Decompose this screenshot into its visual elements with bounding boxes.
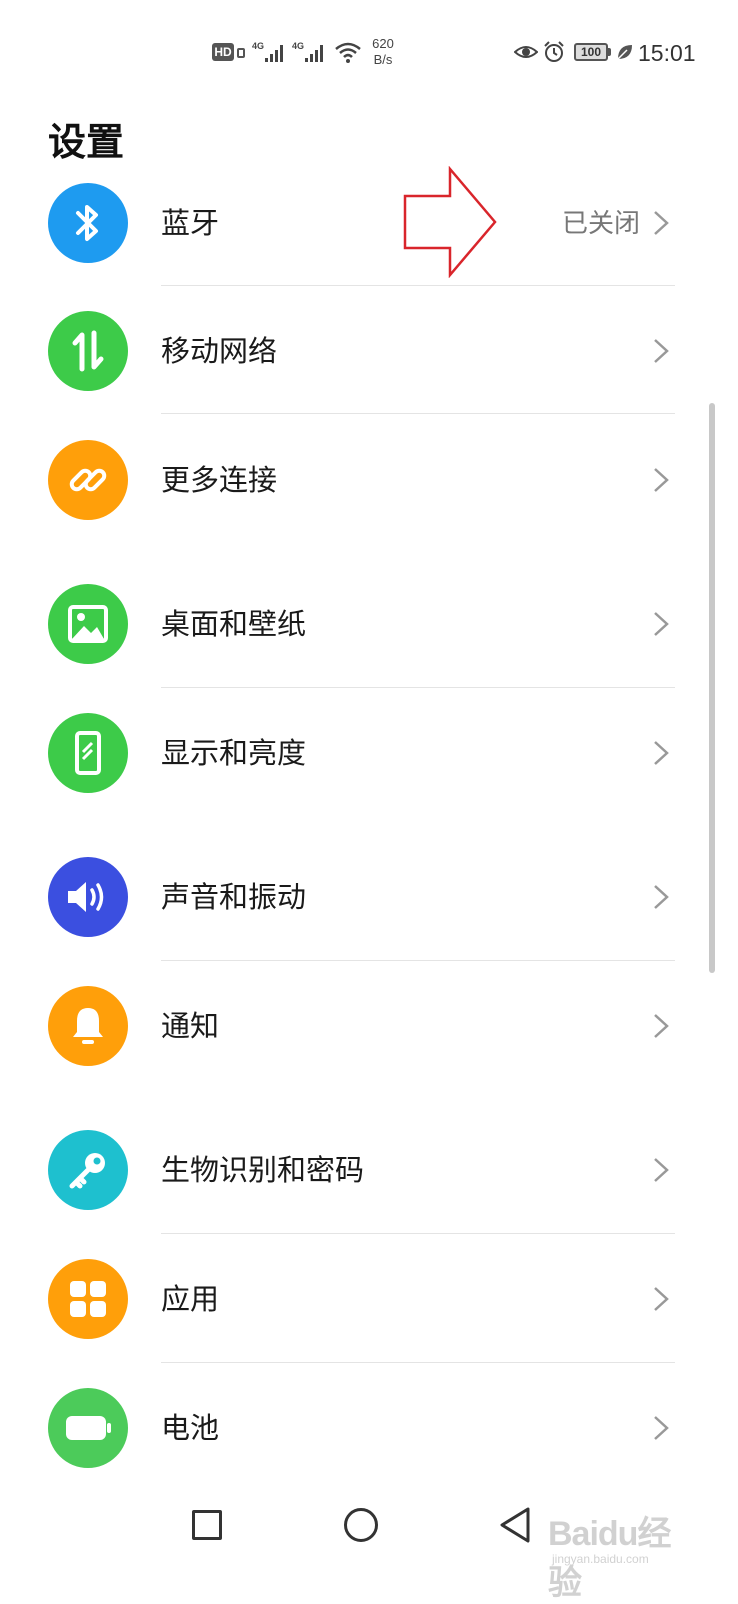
chevron-right-icon	[654, 211, 669, 235]
home-icon[interactable]	[344, 1508, 378, 1542]
right-arrow-icon	[403, 166, 497, 278]
leaf-icon	[615, 42, 635, 62]
chevron-right-icon	[654, 339, 669, 363]
bell-icon	[48, 986, 128, 1066]
chevron-right-icon	[654, 468, 669, 492]
battery-icon: 100	[574, 43, 608, 61]
wifi-icon	[334, 40, 362, 64]
divider	[161, 413, 675, 414]
settings-item-battery[interactable]: 电池	[0, 1373, 738, 1483]
divider	[161, 1233, 675, 1234]
settings-item-label: 移动网络	[161, 334, 278, 368]
settings-item-label: 显示和亮度	[161, 736, 307, 770]
settings-item-label: 电池	[161, 1411, 220, 1445]
divider	[161, 285, 675, 286]
divider	[161, 687, 675, 688]
settings-item-label: 声音和振动	[161, 880, 307, 914]
chevron-right-icon	[654, 1158, 669, 1182]
settings-item-bluetooth[interactable]: 蓝牙 已关闭	[0, 168, 738, 278]
chevron-right-icon	[654, 885, 669, 909]
chevron-right-icon	[654, 1416, 669, 1440]
bluetooth-icon	[48, 183, 128, 263]
watermark-url: jingyan.baidu.com	[552, 1552, 649, 1566]
scrollbar[interactable]	[709, 403, 715, 973]
settings-item-display[interactable]: 显示和亮度	[0, 698, 738, 808]
apps-icon	[48, 1259, 128, 1339]
recent-apps-icon[interactable]	[192, 1510, 222, 1540]
divider	[161, 960, 675, 961]
settings-item-notifications[interactable]: 通知	[0, 971, 738, 1081]
mobile-network-icon	[48, 311, 128, 391]
network-speed: 620 B/s	[366, 36, 400, 68]
battery-tip	[608, 48, 611, 56]
settings-item-mobile-network[interactable]: 移动网络	[0, 296, 738, 406]
chevron-right-icon	[654, 612, 669, 636]
settings-item-more-connections[interactable]: 更多连接	[0, 425, 738, 535]
signal-icon: 4G	[252, 40, 288, 64]
chevron-right-icon	[654, 1014, 669, 1038]
settings-item-label: 通知	[161, 1009, 220, 1043]
page-title: 设置	[48, 120, 125, 164]
chevron-right-icon	[654, 741, 669, 765]
settings-item-label: 应用	[161, 1282, 220, 1316]
hd-icon: HD	[212, 43, 234, 61]
battery-icon	[48, 1388, 128, 1468]
settings-item-sound[interactable]: 声音和振动	[0, 842, 738, 952]
network-type-1: 4G	[252, 41, 264, 51]
settings-item-wallpaper[interactable]: 桌面和壁纸	[0, 569, 738, 679]
clock-time: 15:01	[638, 40, 696, 66]
sound-icon	[48, 857, 128, 937]
key-icon	[48, 1130, 128, 1210]
network-speed-value: 620	[372, 36, 394, 51]
settings-item-label: 蓝牙	[161, 206, 220, 240]
watermark: Baidu经验 jingyan.baidu.com	[548, 1500, 698, 1602]
alarm-icon	[543, 41, 565, 63]
settings-item-label: 更多连接	[161, 463, 278, 497]
network-type-2: 4G	[292, 41, 304, 51]
network-speed-unit: B/s	[373, 52, 393, 67]
back-icon[interactable]	[498, 1506, 532, 1544]
status-bar: HD 4G 4G 620 B/s 100 15:01	[0, 0, 738, 100]
settings-item-biometrics[interactable]: 生物识别和密码	[0, 1115, 738, 1225]
divider	[161, 1362, 675, 1363]
display-icon	[48, 713, 128, 793]
signal-icon: 4G	[292, 40, 328, 64]
link-icon	[48, 440, 128, 520]
settings-item-label: 生物识别和密码	[161, 1153, 365, 1187]
hd-lock-icon	[237, 48, 245, 58]
settings-item-label: 桌面和壁纸	[161, 607, 307, 641]
chevron-right-icon	[654, 1287, 669, 1311]
bluetooth-status: 已关闭	[561, 209, 640, 239]
eye-icon	[513, 42, 539, 62]
settings-item-apps[interactable]: 应用	[0, 1244, 738, 1354]
wallpaper-icon	[48, 584, 128, 664]
